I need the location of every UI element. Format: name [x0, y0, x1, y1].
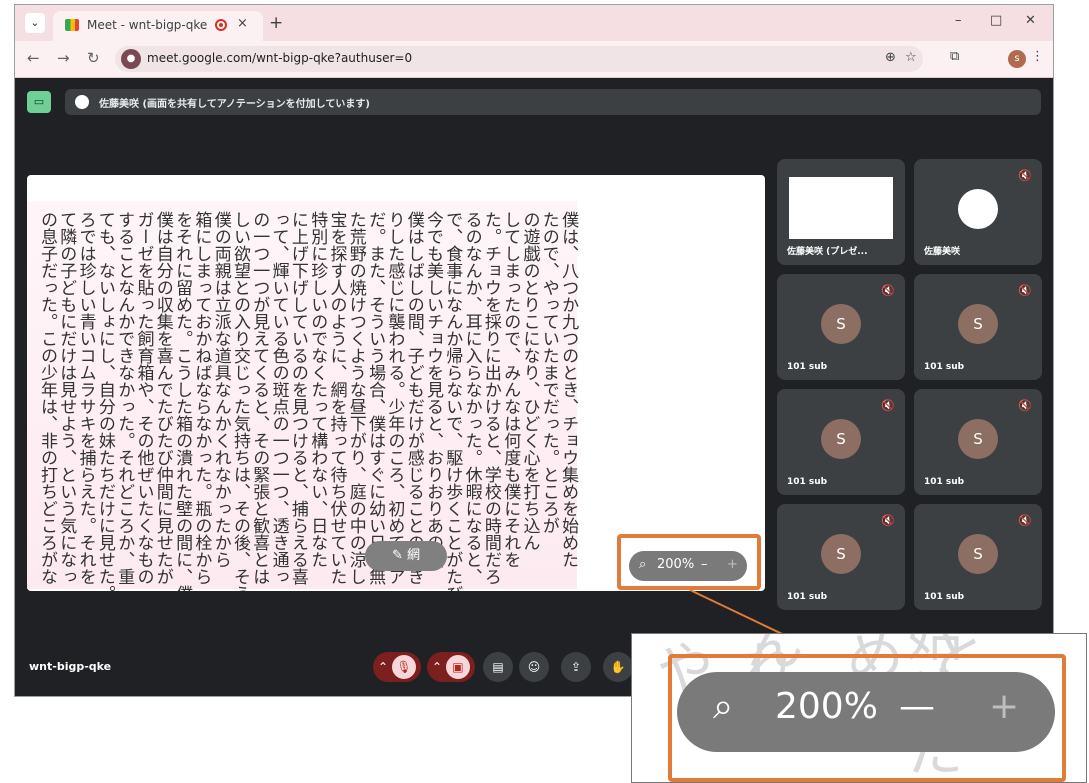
annotation-pill-text: 網	[407, 548, 421, 563]
participant-tile[interactable]: 🔇 S 101 sub	[914, 389, 1042, 495]
present-icon: ⇪	[570, 660, 582, 674]
participant-name: 佐藤美咲	[924, 247, 961, 257]
meet-favicon-icon	[65, 19, 79, 31]
chevron-up-icon: ⌃	[432, 660, 443, 674]
reload-icon[interactable]: ↻	[87, 49, 100, 67]
participant-avatar	[958, 189, 998, 229]
participant-name: 101 sub	[787, 592, 828, 602]
participant-tile[interactable]: 🔇 S 101 sub	[914, 504, 1042, 610]
participant-name: 101 sub	[924, 477, 965, 487]
meeting-code: wnt-bigp-qke	[29, 660, 112, 673]
muted-mic-icon: 🔇	[881, 514, 895, 527]
participant-tile[interactable]: 🔇 S 101 sub	[914, 274, 1042, 380]
participant-avatar: S	[958, 304, 998, 344]
captions-button[interactable]: ▤	[483, 652, 513, 682]
presenter-avatar	[75, 95, 89, 109]
present-button[interactable]: ⇪	[561, 652, 591, 682]
recording-icon	[215, 19, 227, 31]
participant-avatar: S	[821, 534, 861, 574]
muted-mic-icon: 🔇	[881, 284, 895, 297]
participant-avatar: S	[958, 419, 998, 459]
shared-screen[interactable]: の息子だった。この少年は、非の打ちどころがな て隣の子どもにだけは見せよう、という…	[27, 175, 765, 591]
participant-avatar: S	[821, 304, 861, 344]
participant-tile[interactable]: 佐藤美咲 (プレゼ...	[777, 159, 905, 265]
tab-meet[interactable]: Meet - wnt-bigp-qke ×	[53, 11, 263, 41]
presenting-icon[interactable]: ▭	[27, 91, 51, 113]
mic-off-icon: 🎙	[391, 655, 416, 679]
banner-text: 佐藤美咲 (画面を共有してアノテーションを付加しています)	[99, 99, 370, 110]
muted-mic-icon: 🔇	[1018, 399, 1032, 412]
muted-mic-icon: 🔇	[1018, 284, 1032, 297]
url-text: meet.google.com/wnt-bigp-qke?authuser=0	[147, 51, 413, 65]
muted-mic-icon: 🔇	[1018, 514, 1032, 527]
annotation-pill[interactable]: ✎ 網	[365, 541, 447, 571]
participant-name: 101 sub	[787, 362, 828, 372]
pencil-icon: ✎	[391, 548, 403, 563]
browser-window: ⌄ Meet - wnt-bigp-qke × + – □ ✕ ← → ↻ ● …	[14, 4, 1054, 697]
tab-title: Meet - wnt-bigp-qke	[87, 18, 208, 32]
zoom-indicator-icon[interactable]: ⊕	[885, 50, 896, 65]
presentation-thumbnail	[789, 177, 893, 239]
muted-mic-icon: 🔇	[881, 399, 895, 412]
close-window-button[interactable]: ✕	[1025, 13, 1036, 28]
minimize-button[interactable]: –	[955, 13, 962, 28]
mic-button[interactable]: ⌃ 🎙	[373, 652, 421, 682]
browser-toolbar: ← → ↻ ● meet.google.com/wnt-bigp-qke?aut…	[15, 41, 1053, 78]
participant-tile[interactable]: 🔇 S 101 sub	[777, 504, 905, 610]
tab-strip: ⌄ Meet - wnt-bigp-qke × + – □ ✕	[15, 5, 1053, 41]
camera-off-icon: ▣	[445, 655, 470, 679]
participant-tile[interactable]: 🔇 S 101 sub	[777, 389, 905, 495]
participant-name: 101 sub	[787, 477, 828, 487]
new-tab-button[interactable]: +	[269, 13, 283, 33]
forward-icon[interactable]: →	[57, 49, 70, 67]
back-icon[interactable]: ←	[27, 49, 40, 67]
participant-avatar: S	[958, 534, 998, 574]
participant-tile[interactable]: 🔇 S 101 sub	[777, 274, 905, 380]
bookmark-star-icon[interactable]: ☆	[905, 50, 917, 65]
highlight-box-callout	[668, 654, 1066, 782]
address-bar[interactable]: ● meet.google.com/wnt-bigp-qke?authuser=…	[115, 46, 923, 72]
profile-avatar[interactable]: s	[1008, 50, 1026, 68]
participant-name: 101 sub	[924, 592, 965, 602]
participant-tile[interactable]: 🔇 佐藤美咲	[914, 159, 1042, 265]
tab-search-chevron-icon[interactable]: ⌄	[25, 13, 45, 33]
participant-avatar: S	[821, 419, 861, 459]
text-column: 僕は、八つか九つのとき、チョウ集めを始めた	[558, 211, 579, 568]
extensions-icon[interactable]: ⧉	[950, 49, 959, 64]
emoji-button[interactable]: ☺	[519, 652, 549, 682]
captions-icon: ▤	[492, 660, 504, 674]
emoji-icon: ☺	[527, 660, 541, 674]
raise-hand-button[interactable]: ✋	[603, 652, 633, 682]
site-info-icon[interactable]: ●	[121, 49, 141, 69]
muted-mic-icon: 🔇	[1018, 169, 1032, 182]
camera-button[interactable]: ⌃ ▣	[427, 652, 475, 682]
chevron-up-icon: ⌃	[378, 660, 389, 674]
highlight-box-zoom	[617, 534, 761, 590]
hand-icon: ✋	[610, 660, 626, 674]
presentation-banner: 佐藤美咲 (画面を共有してアノテーションを付加しています)	[65, 89, 1041, 115]
tab-close-icon[interactable]: ×	[237, 16, 248, 31]
participant-name: 佐藤美咲 (プレゼ...	[787, 247, 868, 257]
participant-name: 101 sub	[924, 362, 965, 372]
maximize-button[interactable]: □	[990, 13, 1002, 28]
shared-document: の息子だった。この少年は、非の打ちどころがな て隣の子どもにだけは見せよう、という…	[27, 201, 579, 591]
menu-icon[interactable]: ⋮	[1031, 49, 1044, 64]
zoom-callout: れそや んて ときめ 始めた ⌕ 200% — +	[631, 633, 1087, 783]
